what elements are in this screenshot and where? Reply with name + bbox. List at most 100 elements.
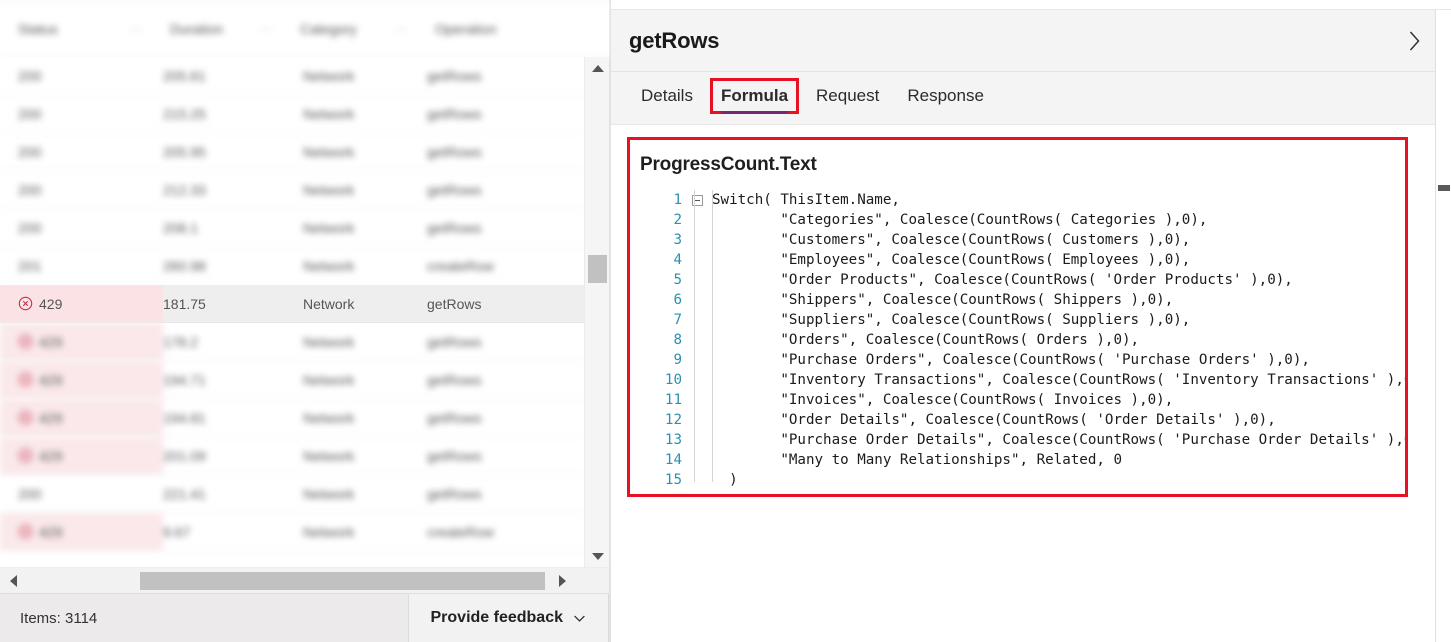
table-body: 200 205.61 Network getRows 200 215.25 Network g… (0, 57, 609, 567)
scroll-down-button[interactable] (585, 545, 609, 567)
line-number-gutter: 1 2 3 4 5 6 7 8 9 10 11 12 13 14 15 (630, 190, 686, 490)
status-code-text: 200 (18, 67, 42, 84)
scroll-up-button[interactable] (585, 57, 609, 79)
status-code-text: 200 (18, 219, 42, 236)
code-line: "Customers", Coalesce(CountRows( Custome… (712, 232, 1191, 248)
table-vertical-scrollbar[interactable] (584, 57, 609, 567)
table-row[interactable]: 429 194.71 Network getRows (0, 361, 584, 399)
line-number: 14 (664, 452, 682, 468)
provide-feedback-button[interactable]: Provide feedback (407, 593, 609, 642)
scroll-left-button[interactable] (0, 568, 26, 594)
line-number: 11 (664, 392, 682, 408)
cell-operation: getRows (427, 181, 482, 198)
table-row[interactable]: 429 178.2 Network getRows (0, 323, 584, 361)
cell-duration: 178.2 (163, 333, 199, 350)
cell-status: 200 (0, 95, 163, 132)
cell-operation: getRows (427, 105, 482, 122)
table-row[interactable]: 200 221.41 Network getRows (0, 475, 584, 513)
status-code-text: 429 (39, 523, 63, 540)
line-number: 3 (673, 232, 682, 248)
cell-category: Network (303, 219, 355, 236)
column-resize-handle-1[interactable]: ⋯ (130, 22, 170, 36)
vertical-scroll-thumb[interactable] (588, 255, 607, 283)
line-number: 12 (664, 412, 682, 428)
cell-duration: 205.61 (163, 67, 206, 84)
cell-duration: 201.09 (163, 447, 206, 464)
error-circle-x-icon (18, 524, 33, 539)
table-row[interactable]: 429 181.75 Network getRows (0, 285, 584, 323)
horizontal-scroll-thumb[interactable] (140, 572, 545, 590)
cell-operation: getRows (427, 333, 482, 350)
cell-duration: 221.41 (163, 485, 206, 502)
cell-status: 429 (0, 399, 163, 436)
triangle-down-icon (591, 552, 604, 560)
code-fold-column (686, 190, 712, 490)
table-row[interactable]: 429 194.81 Network getRows (0, 399, 584, 437)
line-number: 4 (673, 252, 682, 268)
table-row[interactable]: 200 212.33 Network getRows (0, 171, 584, 209)
panel-scroll-thumb[interactable] (1438, 185, 1450, 191)
code-line: "Inventory Transactions", Coalesce(Count… (712, 372, 1408, 388)
table-row[interactable]: 200 205.95 Network getRows (0, 133, 584, 171)
tab-bar: Details Formula Request Response (611, 72, 1451, 125)
line-number: 15 (664, 472, 682, 488)
cell-category: Network (303, 67, 355, 84)
line-number: 9 (673, 352, 682, 368)
cell-operation: getRows (427, 447, 482, 464)
cell-duration: 194.71 (163, 371, 206, 388)
column-header-duration[interactable]: Duration (170, 21, 260, 37)
table-horizontal-scrollbar[interactable] (0, 567, 609, 593)
cell-status: 201 (0, 247, 163, 284)
cell-operation: createRow (427, 257, 494, 274)
column-header-status[interactable]: Status (18, 21, 130, 37)
cell-operation: getRows (427, 219, 482, 236)
cell-duration: 194.81 (163, 409, 206, 426)
triangle-right-icon (558, 574, 566, 587)
column-header-category[interactable]: Category (300, 21, 395, 37)
tab-request[interactable]: Request (802, 72, 893, 106)
cell-category: Network (303, 105, 355, 122)
error-circle-x-icon (18, 448, 33, 463)
line-number: 6 (673, 292, 682, 308)
cell-status: 429 (0, 437, 163, 474)
cell-category: Network (303, 181, 355, 198)
cell-category: Network (303, 257, 355, 274)
chevron-down-icon (574, 615, 585, 622)
details-panel: getRows Details Formula Request Response Pr… (610, 0, 1451, 642)
tab-details[interactable]: Details (627, 72, 707, 106)
table-header-row: Status ⋯ Duration ⋯ Category ⋯ Operation (0, 0, 609, 57)
table-row[interactable]: 200 205.61 Network getRows (0, 57, 584, 95)
tab-label: Formula (720, 86, 789, 105)
tab-formula[interactable]: Formula (707, 72, 802, 114)
code-lines[interactable]: Switch( ThisItem.Name, "Categories", Coa… (694, 190, 1408, 490)
formula-property-label: ProgressCount.Text (640, 154, 817, 175)
table-row[interactable]: 200 208.1 Network getRows (0, 209, 584, 247)
cell-duration: 181.75 (163, 295, 206, 312)
status-code-text: 429 (39, 295, 63, 312)
table-row[interactable]: 201 260.98 Network createRow (0, 247, 584, 285)
status-code-text: 429 (39, 333, 63, 350)
table-row[interactable]: 200 215.25 Network getRows (0, 95, 584, 133)
code-line: "Employees", Coalesce(CountRows( Employe… (712, 252, 1191, 268)
cell-category: Network (303, 485, 355, 502)
column-resize-handle-2[interactable]: ⋯ (260, 22, 300, 36)
cell-category: Network (303, 371, 355, 388)
cell-operation: getRows (427, 371, 482, 388)
table-row[interactable]: 429 9.67 Network createRow (0, 513, 584, 551)
scroll-right-button[interactable] (549, 568, 575, 594)
chevron-right-icon[interactable] (1406, 28, 1423, 54)
monitor-table-panel: Status ⋯ Duration ⋯ Category ⋯ Operation… (0, 0, 610, 642)
code-line: "Invoices", Coalesce(CountRows( Invoices… (712, 392, 1174, 408)
formula-editor: ProgressCount.Text 1 2 3 4 5 6 7 8 9 10 11 12 13 14 15… (627, 137, 1408, 497)
cell-category: Network (303, 409, 355, 426)
column-resize-handle-3[interactable]: ⋯ (395, 22, 435, 36)
table-row[interactable]: 429 201.09 Network getRows (0, 437, 584, 475)
table-rows-container: 200 205.61 Network getRows 200 215.25 Network g… (0, 57, 584, 567)
line-number: 10 (664, 372, 682, 388)
code-line: "Shippers", Coalesce(CountRows( Shippers… (712, 292, 1174, 308)
tab-response[interactable]: Response (893, 72, 998, 106)
cell-category: Network (303, 447, 355, 464)
panel-vertical-scrollbar[interactable] (1435, 10, 1451, 642)
cell-operation: getRows (427, 409, 482, 426)
column-header-operation[interactable]: Operation (435, 21, 530, 37)
